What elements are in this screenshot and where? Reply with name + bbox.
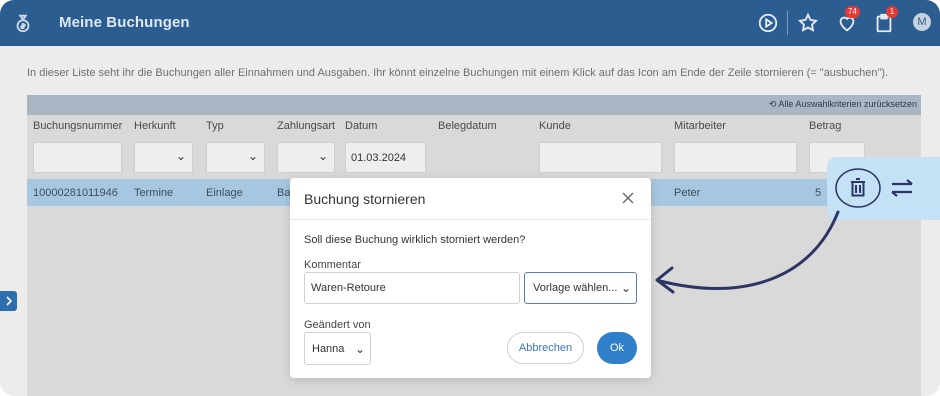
intro-text: In dieser Liste seht ihr die Buchungen a… (27, 67, 889, 79)
cell-typ: Einlage (206, 187, 243, 199)
top-bar: Meine Buchungen 74 1 M (0, 0, 940, 46)
filter-typ[interactable] (206, 142, 265, 173)
column-header-belegdatum[interactable]: Belegdatum (438, 120, 497, 132)
toolbar-divider (787, 11, 788, 35)
filter-herkunft[interactable] (134, 142, 193, 173)
star-icon[interactable] (797, 12, 819, 34)
column-header-buchungsnummer[interactable]: Buchungsnummer (33, 120, 122, 132)
cell-betrag: 5 (815, 187, 822, 199)
chevron-down-icon: ⌄ (354, 342, 365, 356)
comment-input[interactable]: Waren-Retoure (304, 272, 520, 304)
column-header-typ[interactable]: Typ (206, 120, 224, 132)
reset-filters-link[interactable]: ⟲ Alle Auswahlkriterien zurücksetzen (769, 99, 917, 110)
column-header-mitarbeiter[interactable]: Mitarbeiter (674, 120, 726, 132)
dialog-title: Buchung stornieren (304, 191, 426, 207)
column-header-zahlungsart[interactable]: Zahlungsart (277, 120, 335, 132)
cancel-booking-dialog: Buchung stornieren Soll diese Buchung wi… (290, 178, 651, 378)
filter-buchungsnummer[interactable] (33, 142, 122, 173)
close-icon[interactable] (620, 190, 636, 206)
template-select[interactable]: Vorlage wählen... ⌄ (524, 272, 637, 304)
dialog-divider (290, 219, 651, 220)
clipboard-badge: 1 (886, 6, 898, 18)
filter-zahlungsart[interactable] (277, 142, 335, 173)
filter-kunde[interactable] (539, 142, 662, 173)
cell-mitarbeiter: Peter (674, 187, 701, 199)
notifications-badge: 74 (845, 6, 860, 18)
ok-button[interactable]: Ok (597, 332, 637, 364)
column-header-datum[interactable]: Datum (345, 120, 377, 132)
app-frame: Meine Buchungen 74 1 M In dieser Liste s… (0, 0, 940, 396)
user-avatar[interactable]: M (913, 13, 931, 31)
sidebar-toggle[interactable] (0, 291, 17, 311)
column-header-kunde[interactable]: Kunde (539, 120, 571, 132)
column-header-herkunft[interactable]: Herkunft (134, 120, 176, 132)
table-toolbar: ⟲ Alle Auswahlkriterien zurücksetzen (27, 95, 921, 115)
cell-herkunft: Termine (134, 187, 174, 199)
filter-datum[interactable]: 01.03.2024 (345, 142, 426, 173)
page-title: Meine Buchungen (59, 14, 190, 31)
money-bag-icon (16, 14, 30, 33)
chevron-right-icon (6, 296, 13, 306)
trash-icon[interactable] (834, 165, 884, 211)
reset-icon: ⟲ (768, 99, 779, 109)
changed-by-select[interactable]: Hanna ⌄ (304, 332, 371, 365)
chevron-down-icon: ⌄ (620, 281, 631, 295)
transfer-icon[interactable] (889, 177, 917, 199)
row-actions-callout (827, 157, 940, 220)
comment-label: Kommentar (304, 259, 361, 271)
cell-buchungsnummer: 10000281011946 (33, 187, 118, 199)
dialog-question: Soll diese Buchung wirklich storniert we… (304, 234, 526, 246)
cell-zahlungsart: Ba (277, 187, 291, 199)
column-header-betrag[interactable]: Betrag (809, 120, 841, 132)
play-circle-icon[interactable] (757, 12, 779, 34)
cancel-button[interactable]: Abbrechen (507, 332, 584, 364)
changed-by-label: Geändert von (304, 319, 371, 331)
filter-mitarbeiter[interactable] (674, 142, 797, 173)
